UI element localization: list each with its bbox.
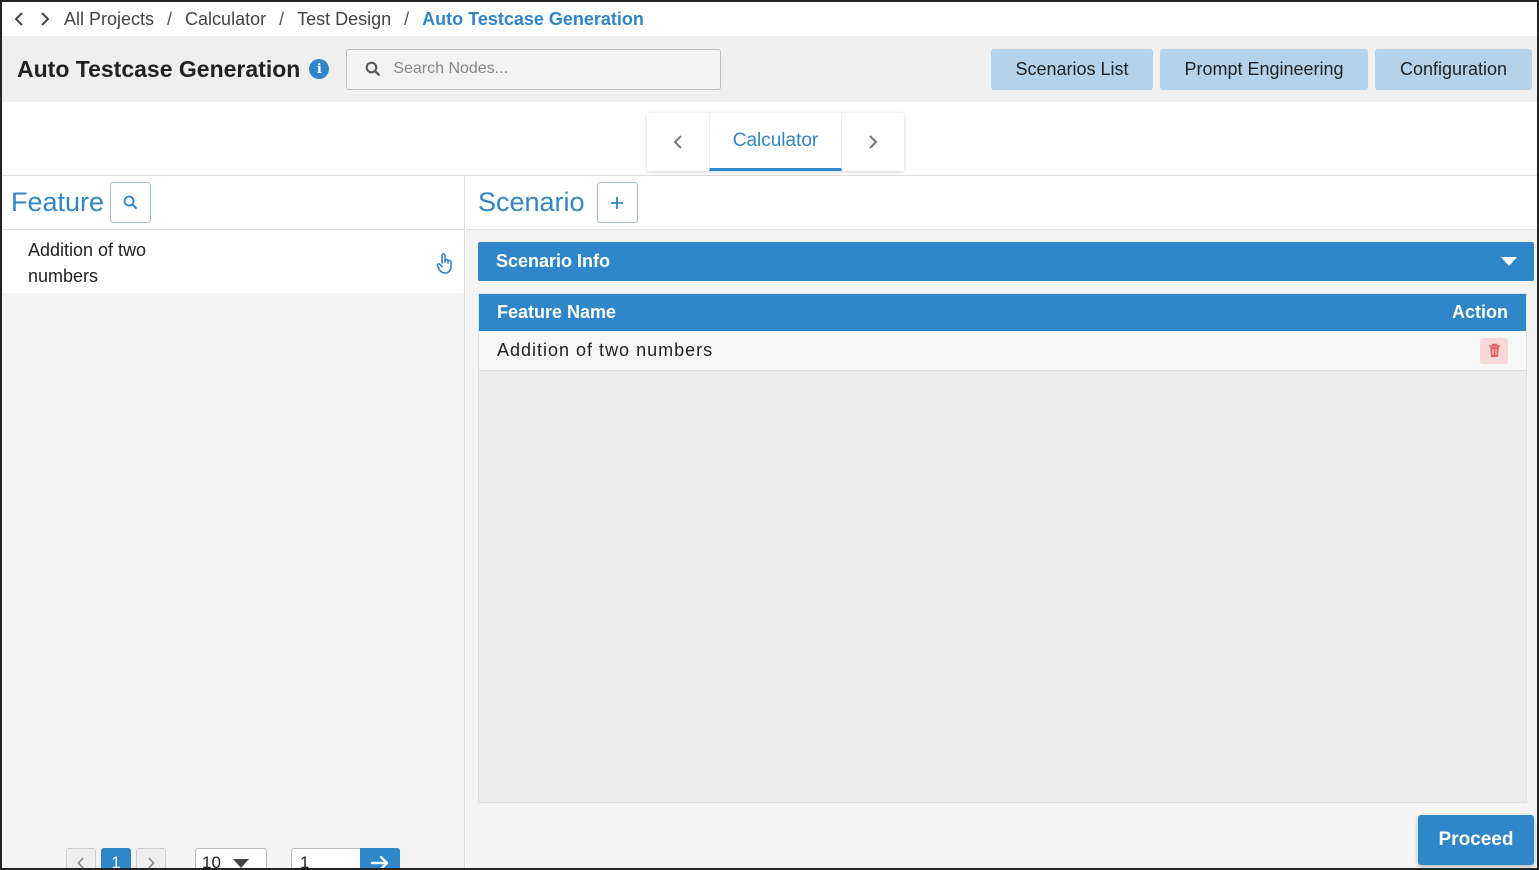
page-next-button[interactable] [136, 848, 166, 868]
add-scenario-button[interactable] [596, 182, 638, 223]
feature-panel-title: Feature [11, 187, 105, 217]
breadcrumb-current: Auto Testcase Generation [422, 8, 644, 29]
page-header: Auto Testcase Generation i Scenarios Lis… [2, 36, 1537, 102]
proceed-button[interactable]: Proceed [1418, 815, 1534, 865]
feature-name-cell: Addition of two numbers [497, 340, 714, 360]
breadcrumb-calculator[interactable]: Calculator [185, 9, 266, 30]
chevron-left-icon [14, 12, 23, 26]
nav-forward-button[interactable] [32, 5, 58, 33]
breadcrumb-separator: / [167, 8, 173, 29]
page-size-value: 10 [202, 853, 221, 870]
chevron-right-icon [869, 135, 878, 149]
breadcrumb-test-design[interactable]: Test Design [297, 9, 391, 30]
trash-icon [1488, 343, 1500, 357]
configuration-button[interactable]: Configuration [1375, 49, 1532, 90]
page-goto-input[interactable] [291, 848, 360, 868]
search-box [346, 48, 722, 90]
chevron-left-icon [77, 857, 84, 868]
plus-icon [611, 196, 624, 209]
scenario-table: Feature Name Action Addition of two numb… [478, 293, 1527, 803]
breadcrumb-separator: / [404, 8, 410, 29]
page-number-current[interactable]: 1 [101, 848, 131, 868]
info-icon[interactable]: i [309, 59, 330, 79]
tab-carousel: Calculator [647, 113, 904, 171]
pagination: 1 10 [66, 848, 400, 870]
caret-down-icon [232, 858, 249, 868]
feature-list-item[interactable]: Addition of two numbers [2, 230, 464, 293]
app-window: All Projects / Calculator / Test Design … [0, 0, 1539, 870]
page-size-select[interactable]: 10 [195, 848, 267, 870]
tab-prev-button[interactable] [647, 113, 709, 171]
scenario-info-accordion[interactable]: Scenario Info [478, 242, 1534, 281]
breadcrumb-separator: / [279, 8, 285, 29]
pointer-hand-icon [436, 252, 454, 281]
feature-panel-header: Feature [2, 176, 464, 230]
scenario-panel-header: Scenario [466, 176, 1537, 230]
delete-row-button[interactable] [1480, 337, 1508, 364]
column-header-feature-name: Feature Name [497, 302, 617, 322]
search-icon [366, 61, 381, 77]
scenario-panel: Scenario Scenario Info Feature Name Acti… [466, 176, 1537, 868]
scenario-panel-title: Scenario [478, 187, 585, 217]
tab-next-button[interactable] [842, 113, 904, 171]
header-actions: Scenarios List Prompt Engineering Config… [991, 49, 1532, 90]
chevron-left-icon [673, 135, 682, 149]
feature-search-button[interactable] [110, 182, 152, 223]
page-title: Auto Testcase Generation [17, 55, 301, 82]
table-header: Feature Name Action [479, 294, 1526, 331]
search-nodes-input[interactable] [393, 60, 694, 78]
chevron-right-icon [148, 857, 155, 868]
page-prev-button[interactable] [66, 848, 96, 868]
accordion-title: Scenario Info [496, 251, 611, 271]
tab-calculator[interactable]: Calculator [709, 113, 842, 171]
feature-item-label: Addition of two numbers [28, 240, 147, 286]
page-go-button[interactable] [360, 848, 400, 868]
nav-back-button[interactable] [6, 5, 32, 33]
column-header-action: Action [1452, 302, 1508, 322]
prompt-engineering-button[interactable]: Prompt Engineering [1160, 49, 1368, 90]
search-icon [123, 195, 138, 210]
scenarios-list-button[interactable]: Scenarios List [991, 49, 1153, 90]
chevron-right-icon [41, 12, 50, 26]
caret-down-icon [1501, 257, 1517, 266]
breadcrumb-all-projects[interactable]: All Projects [64, 9, 154, 30]
page-goto [291, 848, 400, 868]
feature-panel: Feature Addition of two numbers 1 10 [2, 176, 465, 870]
breadcrumb: All Projects / Calculator / Test Design … [2, 2, 1537, 36]
arrow-right-icon [370, 855, 389, 868]
table-row: Addition of two numbers [479, 331, 1526, 371]
